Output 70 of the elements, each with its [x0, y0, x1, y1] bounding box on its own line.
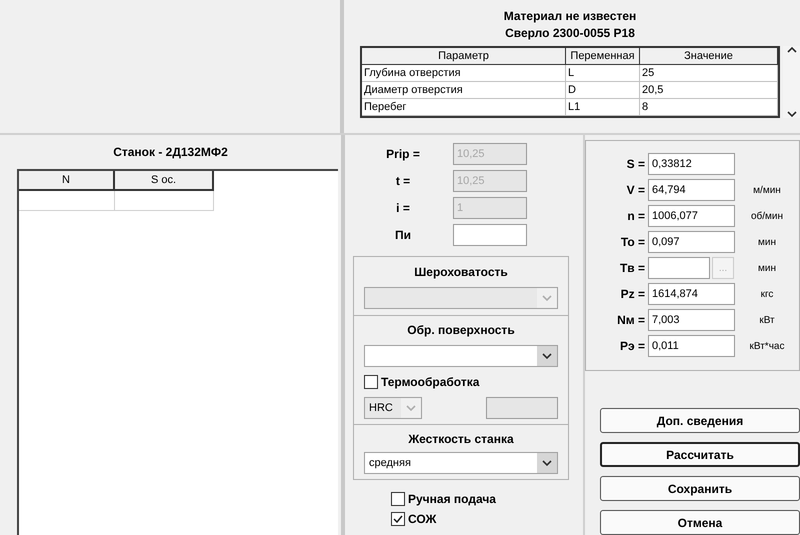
- result-field[interactable]: 0,011: [648, 335, 735, 357]
- unit-label: м/мин: [753, 184, 781, 198]
- result-field[interactable]: 1614,874: [648, 283, 735, 305]
- column-header[interactable]: Переменная: [566, 48, 640, 65]
- table-cell: L: [566, 65, 640, 82]
- field-label: t =: [396, 173, 410, 190]
- roughness-title: Шероховатость: [414, 264, 508, 281]
- result-label: Nм =: [617, 312, 645, 329]
- result-label: S =: [626, 156, 645, 173]
- result-field[interactable]: 7,003: [648, 309, 735, 331]
- result-field[interactable]: 1006,077: [648, 205, 735, 227]
- table-cell: Диаметр отверстия: [362, 82, 566, 99]
- column-header[interactable]: Значение: [640, 48, 778, 65]
- unit-label: об/мин: [750, 210, 784, 224]
- check-icon: [393, 515, 403, 523]
- scroll-down-icon[interactable]: [786, 110, 796, 118]
- tool-title: Сверло 2300-0055 Р18: [505, 25, 635, 42]
- unit-label: кВт*час: [750, 340, 784, 354]
- unit-label: кгс: [760, 288, 774, 302]
- action-button[interactable]: Рассчитать: [600, 442, 800, 467]
- table-cell: Глубина отверстия: [362, 65, 566, 82]
- rigidity-title: Жесткость станка: [408, 431, 514, 448]
- dropdown[interactable]: средняя: [364, 452, 558, 474]
- checkbox[interactable]: [391, 512, 405, 526]
- unit-label: мин: [758, 262, 776, 276]
- result-label: Pэ =: [620, 338, 645, 355]
- material-title: Материал не известен: [504, 8, 636, 25]
- checkbox-label: Ручная подача: [408, 491, 496, 508]
- result-label: Pz =: [620, 286, 645, 303]
- hardness-field[interactable]: [486, 397, 558, 419]
- scrollbar[interactable]: [783, 46, 800, 118]
- surface-title: Обр. поверхность: [407, 322, 515, 339]
- unit-label: кВт: [759, 314, 775, 328]
- unit-label: мин: [758, 236, 776, 250]
- input-field[interactable]: [648, 257, 710, 279]
- column-header[interactable]: Параметр: [362, 48, 566, 65]
- action-button[interactable]: Отмена: [600, 510, 800, 535]
- dropdown-value: средняя: [369, 456, 411, 469]
- result-label: Tв =: [620, 260, 645, 277]
- result-field[interactable]: 0,097: [648, 231, 735, 253]
- action-button[interactable]: Доп. сведения: [600, 408, 800, 433]
- field-label: Пи: [394, 227, 411, 244]
- machine-title: Станок - 2Д132МФ2: [113, 144, 228, 161]
- table-cell: Перебег: [362, 99, 566, 116]
- column-header[interactable]: N: [19, 171, 115, 191]
- result-label: V =: [626, 182, 645, 199]
- scroll-up-icon[interactable]: [786, 46, 796, 54]
- field-label: Prip =: [386, 146, 420, 163]
- field-label: i =: [396, 200, 410, 217]
- action-button[interactable]: Сохранить: [600, 476, 800, 501]
- table-cell: 20,5: [640, 82, 778, 99]
- result-field[interactable]: 64,794: [648, 179, 735, 201]
- chevron-down-icon: [406, 405, 416, 411]
- checkbox[interactable]: [364, 375, 378, 389]
- input-field[interactable]: [453, 224, 527, 246]
- checkbox-label: СОЖ: [408, 511, 436, 528]
- result-field[interactable]: 0,33812: [648, 153, 735, 175]
- table-cell: D: [566, 82, 640, 99]
- checkbox[interactable]: [391, 492, 405, 506]
- dropdown-value: HRC: [369, 402, 393, 414]
- table-cell: L1: [566, 99, 640, 116]
- chevron-down-icon: [542, 353, 552, 359]
- table-cell: 25: [640, 65, 778, 82]
- chevron-down-icon: [542, 460, 552, 466]
- chevron-down-icon: [542, 295, 552, 301]
- result-label: To =: [620, 234, 645, 251]
- table-cell: 8: [640, 99, 778, 116]
- result-label: n =: [627, 208, 645, 225]
- column-header[interactable]: S ос.: [115, 171, 214, 191]
- checkbox-label: Термообработка: [381, 374, 480, 391]
